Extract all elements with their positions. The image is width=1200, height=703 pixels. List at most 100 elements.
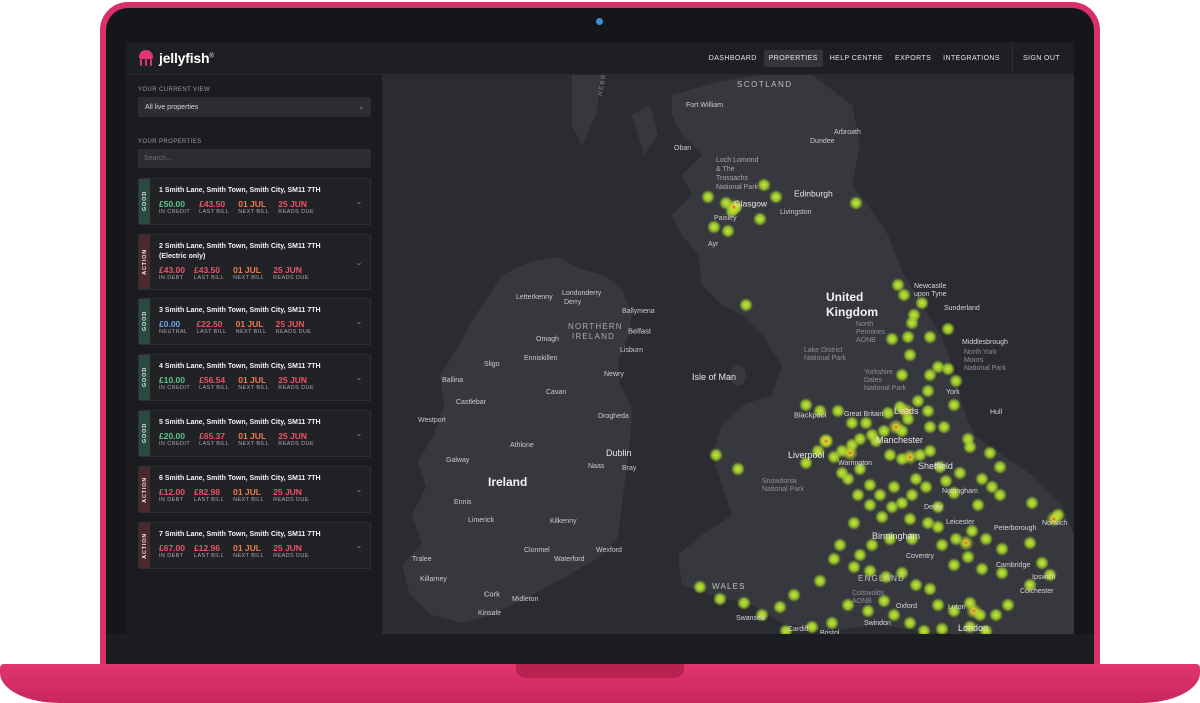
nav-properties[interactable]: PROPERTIES <box>763 49 823 67</box>
heat-point <box>963 440 977 454</box>
chevron-down-icon[interactable]: ⌄ <box>348 179 370 224</box>
chevron-down-icon[interactable]: ⌄ <box>348 355 370 400</box>
map-label-wexford: Wexford <box>596 547 622 554</box>
map-label-peterborough: Peterborough <box>994 525 1037 532</box>
map-label-kinsale: Kinsale <box>478 610 501 617</box>
heat-point <box>833 538 847 552</box>
last-bill-value: £82.98 <box>194 487 220 497</box>
balance-value: £50.00 <box>159 199 185 209</box>
heat-point <box>863 498 877 512</box>
map-label-cotswolds: Cotswolds <box>852 590 885 597</box>
map-label-midleton: Midleton <box>512 596 539 603</box>
reads-due-label: READS DUE <box>273 275 309 281</box>
status-strip: ACTION <box>139 523 150 568</box>
property-card[interactable]: ACTION 7 Smith Lane, Smith Town, Smith C… <box>138 522 371 569</box>
jellyfish-icon <box>137 50 155 66</box>
map-label-cavan: Cavan <box>546 389 566 396</box>
property-card[interactable]: ACTION 6 Smith Lane, Smith Town, Smith C… <box>138 466 371 513</box>
property-card[interactable]: GOOD 1 Smith Lane, Smith Town, Smith Cit… <box>138 178 371 225</box>
map-label-north-york: North York <box>964 349 997 356</box>
heat-point <box>757 178 771 192</box>
map-label-middlesbrough: Middlesbrough <box>962 339 1008 346</box>
search-input[interactable] <box>138 149 371 168</box>
chevron-down-icon[interactable]: ⌄ <box>348 467 370 512</box>
heat-point <box>835 466 849 480</box>
heat-point <box>851 488 865 502</box>
map-label-aonb: AONB <box>856 337 876 344</box>
last-bill-value: £43.50 <box>194 265 220 275</box>
heat-point <box>787 588 801 602</box>
heat-point <box>1001 598 1015 612</box>
balance-label: IN DEBT <box>159 275 184 281</box>
nav-integrations[interactable]: INTEGRATIONS <box>938 50 1005 67</box>
status-strip: GOOD <box>139 411 150 456</box>
map-label-killarney: Killarney <box>420 576 447 583</box>
heat-point <box>921 404 935 418</box>
property-map[interactable]: SCOTLANDHEBRIDESFort WilliamObanDundeeAr… <box>382 75 1074 634</box>
property-card[interactable]: ACTION 2 Smith Lane, Smith Town, Smith C… <box>138 234 371 290</box>
nav-exports[interactable]: EXPORTS <box>890 50 936 67</box>
nav-help-centre[interactable]: HELP CENTRE <box>825 50 888 67</box>
chevron-down-icon[interactable]: ⌄ <box>348 523 370 568</box>
nav-dashboard[interactable]: DASHBOARD <box>704 50 762 67</box>
heat-point <box>905 316 919 330</box>
property-address: 5 Smith Lane, Smith Town, Smith City, SM… <box>159 419 321 426</box>
map-label-enniskillen: Enniskillen <box>524 355 558 362</box>
heat-point <box>861 604 875 618</box>
current-view-label: YOUR CURRENT VIEW <box>138 87 211 93</box>
heat-point <box>883 448 897 462</box>
heat-point <box>769 190 783 204</box>
heat-point <box>701 190 715 204</box>
map-label-paisley: Paisley <box>714 215 737 222</box>
heat-point <box>713 592 727 606</box>
map-label-norwich: Norwich <box>1042 520 1067 527</box>
map-label-sheffield: Sheffield <box>918 461 953 471</box>
map-label-trossachs: Trossachs <box>716 175 749 182</box>
view-select[interactable]: All live properties ⌄ <box>138 97 371 117</box>
heat-point <box>853 548 867 562</box>
sign-out-button[interactable]: SIGN OUT <box>1019 50 1064 67</box>
map-label-oxford: Oxford <box>896 603 917 610</box>
heat-point <box>923 444 937 458</box>
status-badge: GOOD <box>141 311 148 332</box>
chevron-down-icon[interactable]: ⌄ <box>348 299 370 344</box>
property-address: 3 Smith Lane, Smith Town, Smith City, SM… <box>159 307 321 314</box>
nav-menu: DASHBOARD PROPERTIES HELP CENTRE EXPORTS… <box>703 42 1074 75</box>
nav-divider <box>1011 42 1013 75</box>
balance-label: IN CREDIT <box>159 441 191 447</box>
reads-due-value: 25 JUN <box>278 431 308 441</box>
map-label-nottingham: Nottingham <box>942 488 978 495</box>
brand-logo[interactable]: jellyfish® <box>137 50 214 66</box>
property-stats: £43.00 IN DEBT £43.50 LAST BILL 01 JUL NEXT… <box>159 265 348 282</box>
map-label-derry: Derry <box>564 299 582 306</box>
last-bill-value: £22.50 <box>196 319 223 329</box>
map-label-newcastle: Newcastle <box>914 283 946 290</box>
heat-point <box>849 196 863 210</box>
heat-point-hot <box>842 445 858 461</box>
map-label-moors-np: National Park <box>964 365 1007 372</box>
property-card[interactable]: GOOD 3 Smith Lane, Smith Town, Smith Cit… <box>138 298 371 345</box>
heat-point <box>947 558 961 572</box>
map-label-coventry: Coventry <box>906 553 935 560</box>
last-bill-label: LAST BILL <box>199 209 230 215</box>
chevron-down-icon[interactable]: ⌄ <box>348 411 370 456</box>
heat-point <box>1023 536 1037 550</box>
map-canvas[interactable]: SCOTLANDHEBRIDESFort WilliamObanDundeeAr… <box>382 75 1074 634</box>
heat-point <box>813 574 827 588</box>
heat-point <box>693 580 707 594</box>
status-strip: GOOD <box>139 179 150 224</box>
balance-value: £10.00 <box>159 375 185 385</box>
property-address: 1 Smith Lane, Smith Town, Smith City, SM… <box>159 187 321 194</box>
chevron-down-icon[interactable]: ⌄ <box>348 235 370 289</box>
property-card[interactable]: GOOD 4 Smith Lane, Smith Town, Smith Cit… <box>138 354 371 401</box>
heat-point <box>937 420 951 434</box>
map-label-castlebar: Castlebar <box>456 399 487 406</box>
heat-point <box>923 368 937 382</box>
status-badge: GOOD <box>141 191 148 212</box>
map-label-cambridge: Cambridge <box>996 562 1030 569</box>
property-card[interactable]: GOOD 5 Smith Lane, Smith Town, Smith Cit… <box>138 410 371 457</box>
heat-point-hot <box>966 603 982 619</box>
reads-due-label: READS DUE <box>273 553 309 559</box>
next-bill-value: 01 JUL <box>233 543 261 553</box>
map-label-swansea: Swansea <box>736 615 765 622</box>
